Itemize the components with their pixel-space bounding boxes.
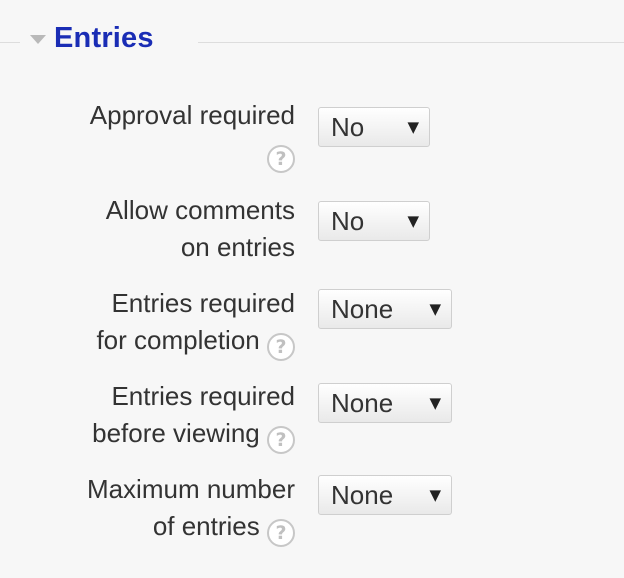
- field-label-line: for completion: [96, 325, 260, 355]
- help-icon[interactable]: ?: [267, 519, 295, 547]
- caret-down-icon: ▼: [407, 212, 419, 230]
- approval-required-select[interactable]: No ▼: [318, 107, 430, 147]
- caret-down-icon: ▼: [429, 486, 441, 504]
- field-label: Entries required before viewing ?: [92, 378, 295, 454]
- select-value: None: [331, 293, 394, 324]
- field-label: Approval required ?: [90, 97, 295, 173]
- field-label-line: on entries: [180, 232, 295, 262]
- caret-down-icon: ▼: [407, 118, 419, 136]
- section-header-entries[interactable]: Entries: [30, 22, 154, 55]
- caret-down-icon: ▼: [429, 300, 441, 318]
- field-label-line: Maximum number: [86, 474, 295, 504]
- allow-comments-select[interactable]: No ▼: [318, 201, 430, 241]
- field-label-line: Entries required: [111, 288, 295, 318]
- help-icon[interactable]: ?: [267, 426, 295, 454]
- select-value: None: [331, 387, 394, 418]
- field-label-line: Allow comments: [105, 195, 295, 225]
- help-icon[interactable]: ?: [267, 333, 295, 361]
- entries-required-completion-select[interactable]: None ▼: [318, 289, 452, 329]
- fieldset-border-left: [0, 42, 20, 43]
- caret-down-icon: ▼: [429, 394, 441, 412]
- section-title[interactable]: Entries: [54, 22, 154, 55]
- fieldset-border-right: [198, 42, 624, 43]
- field-label-line: before viewing: [92, 418, 260, 448]
- field-label: Maximum number of entries ?: [87, 471, 295, 547]
- entries-required-viewing-select[interactable]: None ▼: [318, 383, 452, 423]
- field-label: Entries required for completion ?: [96, 285, 295, 361]
- select-value: No: [331, 111, 365, 142]
- help-icon[interactable]: ?: [267, 145, 295, 173]
- chevron-down-icon[interactable]: [30, 35, 46, 44]
- select-value: None: [331, 479, 394, 510]
- field-label: Allow comments on entries: [106, 192, 295, 266]
- maximum-entries-select[interactable]: None ▼: [318, 475, 452, 515]
- field-label-line: Approval required: [89, 100, 295, 130]
- field-label-line: of entries: [152, 511, 260, 541]
- field-label-line: Entries required: [111, 381, 295, 411]
- select-value: No: [331, 205, 365, 236]
